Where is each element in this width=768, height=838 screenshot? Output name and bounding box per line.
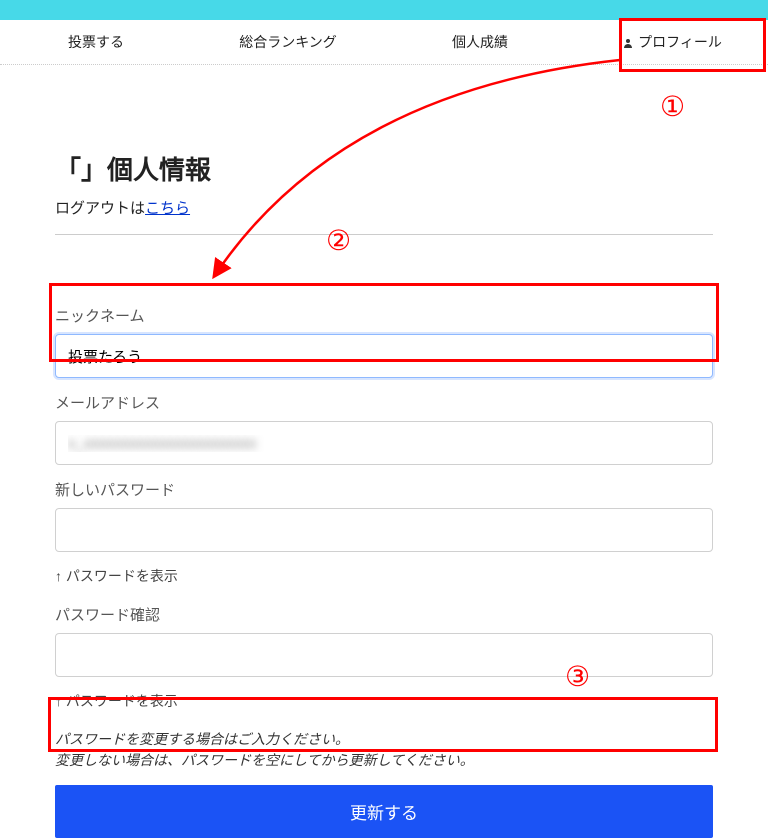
- pwconfirm-label: パスワード確認: [55, 604, 713, 625]
- divider: [55, 234, 713, 235]
- nickname-label: ニックネーム: [55, 305, 713, 326]
- email-label: メールアドレス: [55, 392, 713, 413]
- nav-vote[interactable]: 投票する: [0, 20, 192, 64]
- nickname-input[interactable]: [55, 334, 713, 378]
- annotation-number-1: ①: [660, 90, 685, 123]
- pw-note-line1: パスワードを変更する場合はご入力ください。: [55, 731, 349, 747]
- nav-ranking[interactable]: 総合ランキング: [192, 20, 384, 64]
- pwconfirm-input[interactable]: [55, 633, 713, 677]
- top-strip: [0, 0, 768, 20]
- newpw-input[interactable]: [55, 508, 713, 552]
- email-input[interactable]: [55, 421, 713, 465]
- logout-link[interactable]: こちら: [145, 200, 190, 217]
- nav-profile[interactable]: プロフィール: [576, 20, 768, 64]
- newpw-label: 新しいパスワード: [55, 479, 713, 500]
- submit-button[interactable]: 更新する: [55, 785, 713, 838]
- page-title: 「」個人情報: [55, 150, 713, 187]
- show-pwconfirm[interactable]: ↑ パスワードを表示: [55, 691, 713, 711]
- nav-results[interactable]: 個人成績: [384, 20, 576, 64]
- logout-text: ログアウトはこちら: [55, 197, 713, 218]
- pw-note-line2: 変更しない場合は、パスワードを空にしてから更新してください。: [55, 752, 474, 768]
- main-nav: 投票する 総合ランキング 個人成績 プロフィール: [0, 20, 768, 65]
- show-newpw[interactable]: ↑ パスワードを表示: [55, 566, 713, 586]
- nav-profile-label: プロフィール: [638, 32, 722, 52]
- content: 「」個人情報 ログアウトはこちら ニックネーム メールアドレス 新しいパスワード…: [0, 150, 768, 838]
- logout-prefix: ログアウトは: [55, 200, 145, 217]
- pw-note: パスワードを変更する場合はご入力ください。 変更しない場合は、パスワードを空にし…: [55, 729, 713, 771]
- user-icon: [622, 36, 634, 48]
